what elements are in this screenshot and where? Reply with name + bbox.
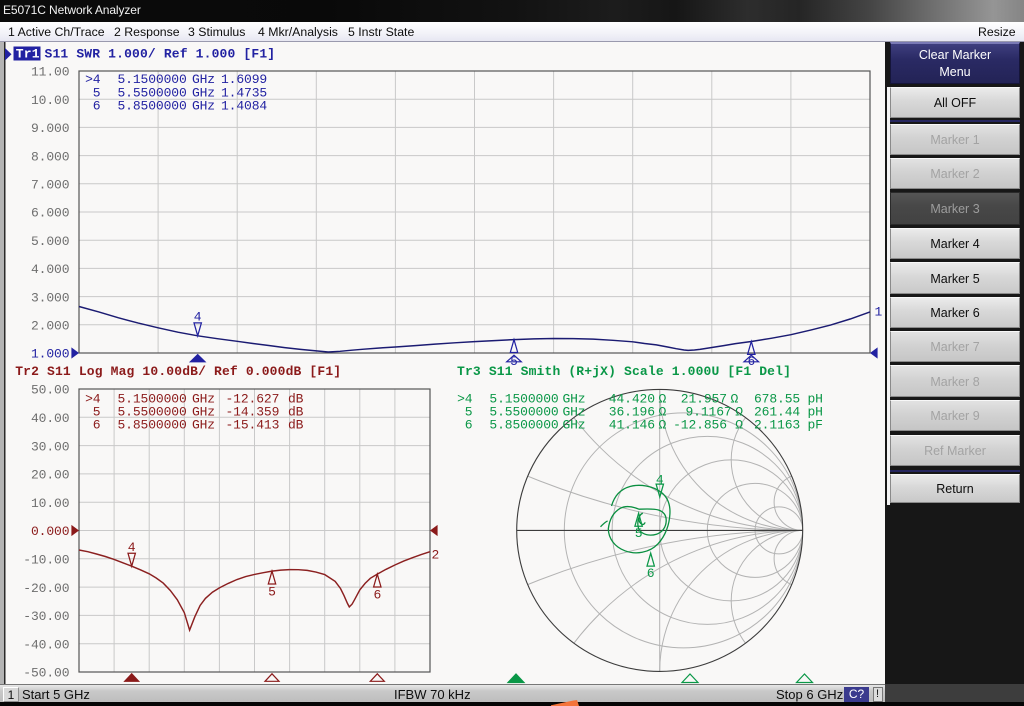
svg-text:5: 5 (635, 526, 643, 541)
svg-text:Tr3 S11 Smith (R+jX) Scale 1.0: Tr3 S11 Smith (R+jX) Scale 1.000U [F1 De… (457, 364, 791, 379)
svg-text:5.8500000: 5.8500000 (489, 418, 558, 433)
svg-text:3.000: 3.000 (31, 290, 70, 305)
svg-text:41.146: 41.146 (609, 418, 655, 433)
svg-text:Ω: Ω (659, 418, 667, 433)
svg-text:5.8500000: 5.8500000 (118, 99, 187, 114)
svg-text:-12.856: -12.856 (673, 418, 727, 433)
svg-text:5: 5 (268, 585, 276, 600)
svg-text:4: 4 (194, 310, 202, 325)
svg-text:-50.00: -50.00 (23, 666, 69, 681)
svg-text:-30.00: -30.00 (23, 609, 69, 624)
svg-text:6: 6 (465, 418, 473, 433)
svg-text:6: 6 (93, 418, 101, 433)
svg-text:1.000: 1.000 (31, 347, 70, 362)
svg-text:4: 4 (656, 473, 664, 488)
svg-text:Ω: Ω (735, 418, 743, 433)
svg-text:6: 6 (93, 99, 101, 114)
svg-text:6: 6 (647, 566, 655, 581)
svg-text:-15.413: -15.413 (226, 418, 280, 433)
svg-text:40.00: 40.00 (31, 411, 70, 426)
svg-text:30.00: 30.00 (31, 439, 70, 454)
svg-text:S11 SWR 1.000/ Ref 1.000 [F1]: S11 SWR 1.000/ Ref 1.000 [F1] (45, 46, 276, 61)
svg-text:-10.00: -10.00 (23, 553, 69, 568)
svg-text:50.00: 50.00 (31, 383, 70, 398)
svg-text:1: 1 (875, 305, 883, 320)
svg-text:Tr2 S11 Log Mag 10.00dB/ Ref 0: Tr2 S11 Log Mag 10.00dB/ Ref 0.000dB [F1… (15, 364, 341, 379)
svg-text:7.000: 7.000 (31, 178, 70, 193)
svg-text:10.00: 10.00 (31, 496, 70, 511)
svg-text:2.1163: 2.1163 (754, 418, 800, 433)
svg-text:pF: pF (808, 418, 823, 433)
svg-text:GHz: GHz (563, 418, 586, 433)
svg-text:2.000: 2.000 (31, 319, 70, 334)
svg-text:8.000: 8.000 (31, 149, 70, 164)
svg-text:GHz: GHz (192, 99, 215, 114)
svg-text:Tr1: Tr1 (16, 46, 40, 61)
svg-text:4: 4 (128, 540, 136, 555)
svg-text:-40.00: -40.00 (23, 637, 69, 652)
svg-text:4.000: 4.000 (31, 262, 70, 277)
svg-text:dB: dB (288, 418, 304, 433)
svg-text:9.000: 9.000 (31, 121, 70, 136)
svg-text:10.00: 10.00 (31, 93, 70, 108)
svg-text:20.00: 20.00 (31, 468, 70, 483)
svg-text:-20.00: -20.00 (23, 581, 69, 596)
svg-text:5.000: 5.000 (31, 234, 70, 249)
svg-text:6: 6 (373, 588, 381, 603)
svg-text:2: 2 (432, 548, 440, 563)
svg-text:1.4084: 1.4084 (221, 99, 267, 114)
svg-text:0.000: 0.000 (31, 524, 70, 539)
svg-text:5.8500000: 5.8500000 (118, 418, 187, 433)
svg-text:GHz: GHz (192, 418, 215, 433)
svg-text:6.000: 6.000 (31, 206, 70, 221)
svg-text:11.00: 11.00 (31, 65, 70, 80)
